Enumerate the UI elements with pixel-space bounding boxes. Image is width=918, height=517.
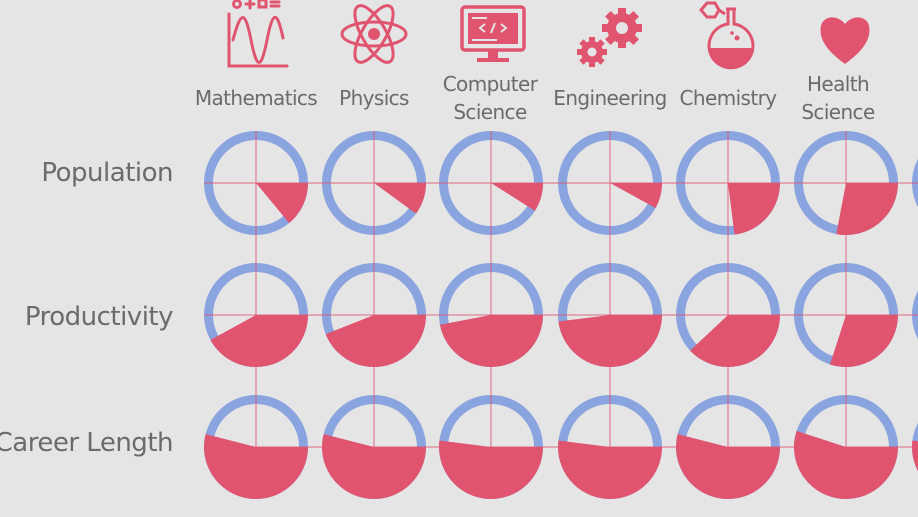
function-graph-icon (211, 0, 301, 72)
column-label-computer-science: Computer Science (425, 70, 555, 126)
pie-chemistry-productivity (676, 263, 780, 368)
pie-chemistry-population (676, 131, 780, 235)
pie-health-science-population (794, 131, 898, 236)
column-label-engineering: Engineering (545, 84, 675, 112)
flask-icon (685, 0, 775, 72)
column-label-health-science: Health Science (773, 70, 903, 126)
chart-stage: Mathematics Physics Computer Science Eng… (0, 0, 918, 517)
pie-wedge (374, 183, 426, 214)
pie-wedge (210, 315, 308, 367)
column-label-line-1: Computer (442, 72, 538, 96)
pie-wedge (256, 183, 308, 224)
pie-wedge (325, 315, 426, 368)
gears-icon (568, 0, 658, 72)
column-label-line-1: Health (806, 72, 870, 96)
pie-health-science-productivity (794, 263, 898, 367)
column-label-text: Mathematics (194, 86, 318, 110)
row-label-productivity: Productivity (24, 302, 174, 332)
atom-icon (329, 0, 419, 72)
column-label-text: Physics (339, 86, 409, 110)
column-label-mathematics: Mathematics (191, 84, 321, 112)
pie-wedge (829, 315, 898, 367)
column-label-line-2: Science (453, 100, 527, 124)
pie-extra-career-length (912, 422, 918, 472)
row-label-career-length: Career Length (0, 428, 174, 458)
pie-wedge (690, 315, 780, 368)
row-label-population: Population (41, 158, 173, 188)
column-label-text: Engineering (553, 86, 667, 110)
pie-wedge (610, 183, 662, 209)
pie-wedge (912, 440, 918, 472)
pie-wedge (491, 183, 543, 211)
heart-icon (801, 0, 891, 72)
computer-monitor-icon (447, 0, 537, 72)
column-label-line-2: Science (801, 100, 875, 124)
column-label-text: Chemistry (679, 86, 778, 110)
pie-wedge (728, 183, 780, 235)
pie-physics-productivity (322, 263, 426, 368)
pie-mathematics-productivity (204, 263, 308, 367)
column-label-physics: Physics (309, 84, 439, 112)
